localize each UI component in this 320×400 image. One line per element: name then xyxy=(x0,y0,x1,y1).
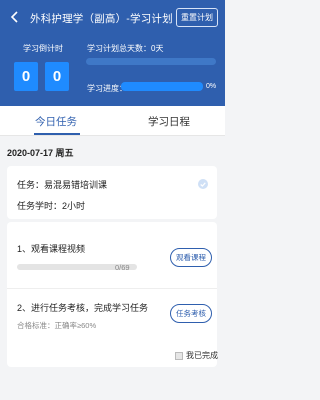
completed-label: 我已完成 xyxy=(186,351,218,360)
divider xyxy=(7,288,217,289)
tab-study-schedule[interactable]: 学习日程 xyxy=(148,114,190,129)
active-tab-indicator xyxy=(34,133,80,135)
completed-checkbox[interactable] xyxy=(175,351,183,360)
tab-today-tasks[interactable]: 今日任务 xyxy=(35,114,77,129)
step-assessment-title: 2、进行任务考核，完成学习任务 xyxy=(17,303,149,313)
task-card: 任务：易混易错培训课 任务学时：2小时 xyxy=(7,166,217,219)
back-icon[interactable] xyxy=(7,9,21,25)
progress-value: 0% xyxy=(206,83,217,90)
video-progress-count: 0/69 xyxy=(115,263,130,272)
task-name: 任务：易混易错培训课 xyxy=(17,180,108,190)
pass-criteria: 合格标准：正确率≥60% xyxy=(17,321,97,330)
step-watch-videos-title: 1、观看课程视频 xyxy=(17,244,86,254)
countdown-digit: 0 xyxy=(14,62,38,91)
countdown-label: 学习倒计时 xyxy=(23,44,63,53)
tab-bar: 今日任务 学习日程 xyxy=(0,106,225,136)
watch-course-button[interactable]: 观看课程 xyxy=(170,248,212,267)
page-title: 外科护理学（副高）-学习计划 xyxy=(30,13,173,25)
header: 外科护理学（副高）-学习计划 重置计划 学习倒计时 0 0 学习计划总天数：0天… xyxy=(0,0,225,106)
task-assessment-button[interactable]: 任务考核 xyxy=(170,304,212,323)
steps-card: 1、观看课程视频 0/69 观看课程 2、进行任务考核，完成学习任务 合格标准：… xyxy=(7,222,218,367)
total-days-label: 学习计划总天数：0天 xyxy=(87,44,164,53)
completed-toggle[interactable]: 我已完成 xyxy=(175,350,218,361)
check-circle-icon xyxy=(198,179,208,189)
task-hours: 任务学时：2小时 xyxy=(17,201,86,211)
total-days-bar xyxy=(86,58,216,65)
countdown-digit: 0 xyxy=(45,62,69,91)
progress-bar xyxy=(121,82,203,91)
reset-plan-button[interactable]: 重置计划 xyxy=(176,8,218,27)
date-heading: 2020-07-17 周五 xyxy=(7,148,74,158)
